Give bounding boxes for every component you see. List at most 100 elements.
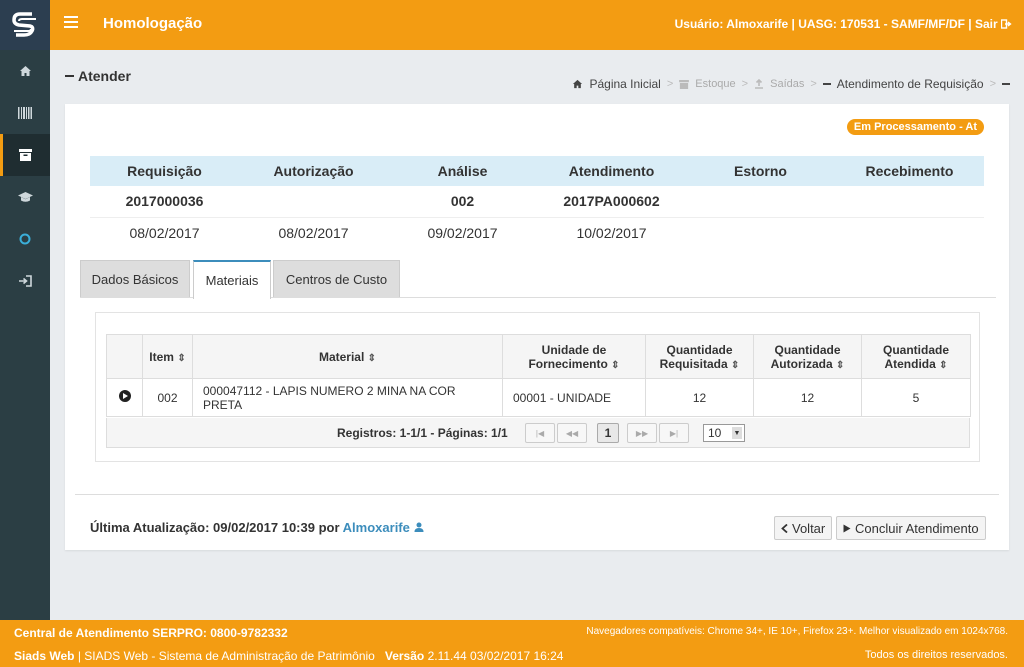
top-navbar: Homologação Usuário: Almoxarife | UASG: … [0,0,1024,50]
breadcrumb-separator: > [810,78,817,90]
sidebar-item-home[interactable] [0,50,50,92]
cell-authorized: 12 [753,378,862,417]
environment-title: Homologação [103,15,203,32]
app-description: | SIADS Web - Sistema de Administração d… [77,649,375,663]
rights-text: Todos os direitos reservados. [864,649,1008,661]
breadcrumb-outputs[interactable]: Saídas [770,78,804,90]
circle-icon [19,233,31,245]
step-header: Estorno [686,156,835,186]
back-button[interactable]: Voltar [774,516,833,540]
sort-icon: ⇕ [835,359,845,371]
pager-info: Registros: 1-1/1 - Páginas: 1/1 [337,426,508,440]
sign-in-icon [18,275,32,287]
support-phone: Central de Atendimento SERPRO: 0800-9782… [14,626,288,640]
sidebar-item-archive[interactable] [0,134,50,176]
sort-icon: ⇕ [611,359,620,371]
breadcrumb-separator: > [666,78,674,90]
step-date: 08/02/2017 [129,224,200,241]
chevron-down-icon: ▼ [732,427,742,439]
archive-icon [18,149,32,161]
main-panel: Em Processamento - At Requisição Autoriz… [65,104,1009,550]
minus-icon [1002,83,1010,85]
tab-centros-de-custo[interactable]: Centros de Custo [273,260,400,297]
step-header: Análise [388,156,537,186]
cell-material: 000047112 - LAPIS NUMERO 2 MINA NA COR P… [192,378,503,417]
page-size-select[interactable]: 10 ▼ [703,424,745,442]
breadcrumb-stock[interactable]: Estoque [695,78,735,90]
breadcrumb-current: Atendimento de Requisição [836,77,984,91]
column-header-authorized[interactable]: Quantidade Autorizada ⇕ [753,334,862,379]
workflow-steps: Requisição Autorização Análise Atendimen… [90,156,984,248]
collapse-icon[interactable] [65,75,74,77]
footer: Central de Atendimento SERPRO: 0800-9782… [0,620,1024,667]
status-badge: Em Processamento - At [846,119,984,135]
cell-item: 002 [142,378,193,417]
prev-page-button[interactable]: ◀◀ [557,423,587,443]
finish-attendance-button[interactable]: Concluir Atendimento [836,516,986,540]
tab-materiais[interactable]: Materiais [193,260,271,299]
last-page-button[interactable]: ▶| [659,423,689,443]
column-header-expand [106,334,143,379]
sidebar-item-barcode[interactable] [0,92,50,134]
step-code [686,186,835,218]
user-icon [414,522,423,532]
step-date [835,217,984,248]
version-label: Versão [384,649,425,663]
cell-attended: 5 [861,378,971,417]
outputs-icon [755,79,764,89]
step-header: Atendimento [537,156,686,186]
cell-unit: 00001 - UNIDADE [502,378,646,417]
menu-toggle-icon[interactable] [64,16,78,30]
step-date: 08/02/2017 [278,224,349,241]
app-name: Siads Web [14,649,75,663]
sort-icon: ⇕ [939,359,948,371]
step-header: Requisição [90,156,239,186]
chevron-left-icon [781,523,788,533]
breadcrumb-separator: > [989,78,996,90]
graduation-cap-icon [17,191,33,202]
sidebar [0,50,50,620]
home-icon [19,66,31,76]
column-header-requested[interactable]: Quantidade Requisitada ⇕ [645,334,754,379]
step-code [835,186,984,218]
archive-icon [679,79,690,89]
sidebar-item-training[interactable] [0,176,50,218]
page-number-button[interactable]: 1 [597,423,619,443]
column-header-material[interactable]: Material ⇕ [192,334,503,379]
pager: Registros: 1-1/1 - Páginas: 1/1 |◀ ◀◀ 1 … [106,418,970,448]
breadcrumb-home[interactable]: Página Inicial [589,77,660,91]
home-icon [573,79,583,89]
tab-bar: Dados Básicos Materiais Centros de Custo [80,260,996,299]
barcode-icon [18,107,32,119]
step-code: 2017PA000602 [537,186,686,218]
table-row: 002 000047112 - LAPIS NUMERO 2 MINA NA C… [106,378,971,417]
logo-icon [12,12,36,37]
step-header: Recebimento [835,156,984,186]
app-logo[interactable] [0,0,50,50]
column-header-unit[interactable]: Unidade de Fornecimento ⇕ [502,334,646,379]
user-info[interactable]: Usuário: Almoxarife | UASG: 170531 - SAM… [675,17,998,31]
last-update-user[interactable]: Almoxarife [343,520,410,535]
cell-requested: 12 [645,378,754,417]
next-page-button[interactable]: ▶▶ [627,423,657,443]
expand-row-icon[interactable] [118,390,131,402]
sort-icon: ⇕ [177,352,186,364]
sort-icon: ⇕ [730,359,740,371]
first-page-button[interactable]: |◀ [525,423,555,443]
last-update: Última Atualização: 09/02/2017 10:39 por… [90,520,424,535]
page-title: Atender [78,68,131,84]
breadcrumb: Página Inicial > Estoque > Saídas > Aten… [572,77,1010,91]
column-header-attended[interactable]: Quantidade Atendida ⇕ [861,334,971,379]
materials-grid-container: Item ⇕ Material ⇕ Unidade de Fornecimento… [95,312,980,462]
version-value: 2.11.44 03/02/2017 16:24 [427,649,564,663]
logout-icon[interactable] [1000,19,1012,29]
step-header: Autorização [239,156,388,186]
tab-dados-basicos[interactable]: Dados Básicos [80,260,190,297]
sidebar-item-sign-in[interactable] [0,260,50,302]
column-header-item[interactable]: Item ⇕ [142,334,193,379]
step-date: 09/02/2017 [427,224,498,241]
step-date [686,217,835,248]
minus-icon [822,83,831,85]
sidebar-item-circle[interactable] [0,218,50,260]
step-date: 10/02/2017 [576,224,647,241]
